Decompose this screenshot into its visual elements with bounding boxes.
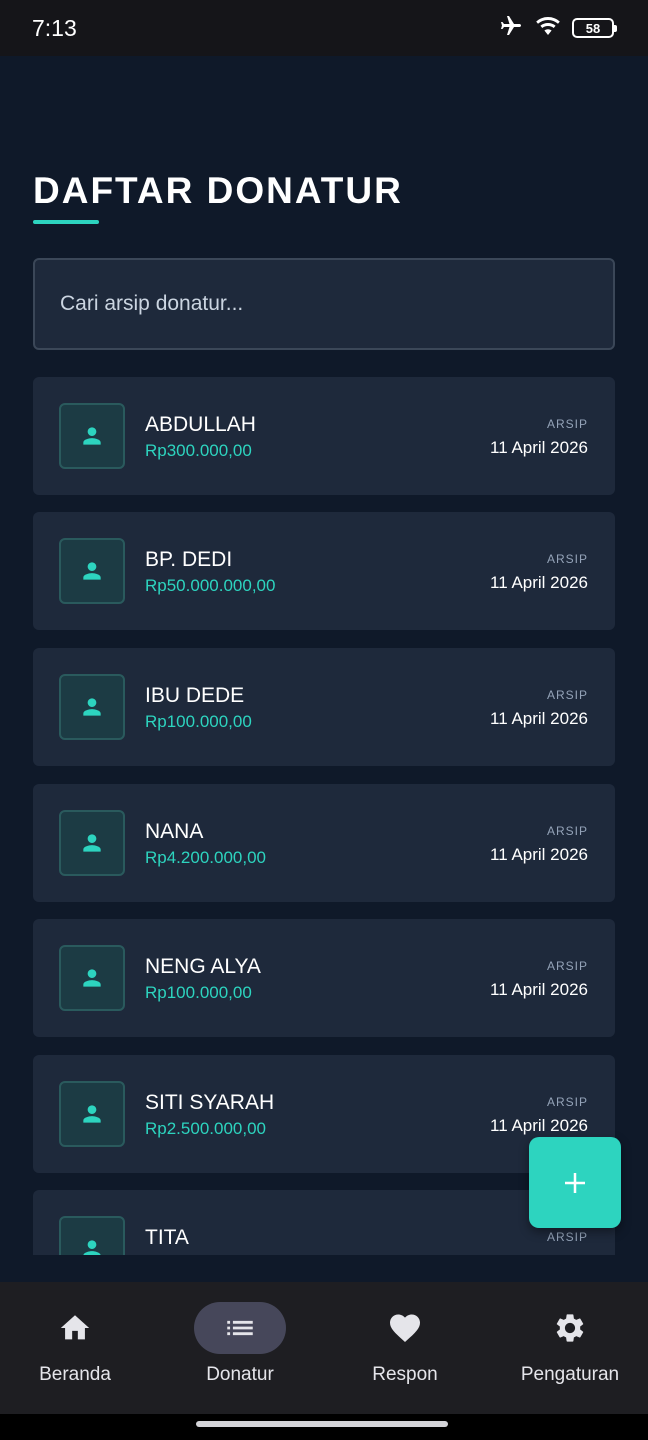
avatar xyxy=(59,945,125,1011)
nav-icon-container xyxy=(194,1302,286,1354)
donor-name: NENG ALYA xyxy=(145,955,261,978)
status-bar: 7:13 58 xyxy=(0,0,648,56)
archive-date: 11 April 2026 xyxy=(490,845,588,864)
archive-date: 11 April 2026 xyxy=(490,980,588,999)
donor-card[interactable]: NENG ALYA Rp100.000,00 ARSIP 11 April 20… xyxy=(33,919,615,1037)
avatar xyxy=(59,538,125,604)
person-icon xyxy=(83,562,101,580)
battery-level: 58 xyxy=(585,20,601,36)
avatar xyxy=(59,810,125,876)
battery-icon: 58 xyxy=(572,18,617,38)
donor-amount: Rp300.000,00 xyxy=(145,441,252,460)
page-title: DAFTAR DONATUR xyxy=(33,170,403,211)
archive-date: 11 April 2026 xyxy=(490,709,588,728)
archive-label: ARSIP xyxy=(546,688,588,702)
archive-label: ARSIP xyxy=(546,959,588,973)
person-icon xyxy=(83,969,101,987)
person-icon xyxy=(83,427,101,445)
donor-card[interactable]: NANA Rp4.200.000,00 ARSIP 11 April 2026 xyxy=(33,784,615,902)
add-donor-button[interactable] xyxy=(529,1137,621,1228)
nav-label: Respon xyxy=(372,1364,438,1385)
system-navigation-bar xyxy=(0,1414,648,1440)
nav-label: Donatur xyxy=(206,1364,274,1385)
search-box[interactable] xyxy=(33,258,615,350)
donor-amount: Rp100.000,00 xyxy=(145,983,252,1002)
nav-icon-container xyxy=(524,1302,616,1354)
archive-label: ARSIP xyxy=(546,1095,588,1109)
donor-card[interactable]: TITA ARSIP xyxy=(33,1190,615,1255)
wifi-icon xyxy=(534,14,562,43)
donor-amount: Rp100.000,00 xyxy=(145,712,252,731)
donor-name: BP. DEDI xyxy=(145,548,233,571)
home-indicator[interactable] xyxy=(196,1421,448,1427)
donor-card[interactable]: BP. DEDI Rp50.000.000,00 ARSIP 11 April … xyxy=(33,512,615,630)
donor-name: IBU DEDE xyxy=(145,684,245,707)
archive-label: ARSIP xyxy=(546,552,588,566)
archive-label: ARSIP xyxy=(546,824,588,838)
archive-date: 11 April 2026 xyxy=(490,1116,588,1135)
title-underline xyxy=(33,220,99,224)
status-time: 7:13 xyxy=(32,14,77,41)
person-icon xyxy=(83,834,101,852)
donor-amount: Rp4.200.000,00 xyxy=(145,848,266,867)
nav-icon-container xyxy=(359,1302,451,1354)
nav-item-respon[interactable]: Respon xyxy=(324,1282,486,1414)
donor-name: NANA xyxy=(145,820,204,843)
archive-date: 11 April 2026 xyxy=(490,573,588,592)
donor-list[interactable]: ABDULLAH Rp300.000,00 ARSIP 11 April 202… xyxy=(0,377,648,1255)
donor-card[interactable]: SITI SYARAH Rp2.500.000,00 ARSIP 11 Apri… xyxy=(33,1055,615,1173)
person-icon xyxy=(83,1105,101,1123)
avatar xyxy=(59,1216,125,1255)
donor-amount: Rp2.500.000,00 xyxy=(145,1119,266,1138)
archive-date: 11 April 2026 xyxy=(490,438,588,457)
archive-label: ARSIP xyxy=(546,417,588,431)
archive-label: ARSIP xyxy=(546,1230,588,1244)
donor-card[interactable]: IBU DEDE Rp100.000,00 ARSIP 11 April 202… xyxy=(33,648,615,766)
nav-label: Beranda xyxy=(39,1364,111,1385)
gear-icon xyxy=(556,1314,584,1342)
avatar xyxy=(59,1081,125,1147)
airplane-icon xyxy=(498,14,524,43)
nav-label: Pengaturan xyxy=(520,1364,620,1385)
search-input[interactable] xyxy=(60,292,613,316)
nav-icon-container xyxy=(29,1302,121,1354)
nav-item-pengaturan[interactable]: Pengaturan xyxy=(489,1282,648,1414)
nav-item-donatur[interactable]: Donatur xyxy=(159,1282,321,1414)
home-icon xyxy=(60,1315,90,1340)
heart-icon xyxy=(390,1314,420,1343)
nav-item-beranda[interactable]: Beranda xyxy=(0,1282,156,1414)
avatar xyxy=(59,403,125,469)
donor-name: ABDULLAH xyxy=(145,413,256,436)
list-icon xyxy=(227,1320,253,1336)
donor-amount: Rp50.000.000,00 xyxy=(145,576,276,595)
avatar xyxy=(59,674,125,740)
donor-name: TITA xyxy=(145,1226,189,1249)
donor-name: SITI SYARAH xyxy=(145,1091,275,1114)
person-icon xyxy=(83,698,101,716)
bottom-nav: Beranda Donatur Respon Pengaturan xyxy=(0,1282,648,1414)
status-icons: 58 xyxy=(498,14,617,43)
person-icon xyxy=(83,1240,101,1255)
plus-icon xyxy=(565,1172,585,1193)
donor-card[interactable]: ABDULLAH Rp300.000,00 ARSIP 11 April 202… xyxy=(33,377,615,495)
